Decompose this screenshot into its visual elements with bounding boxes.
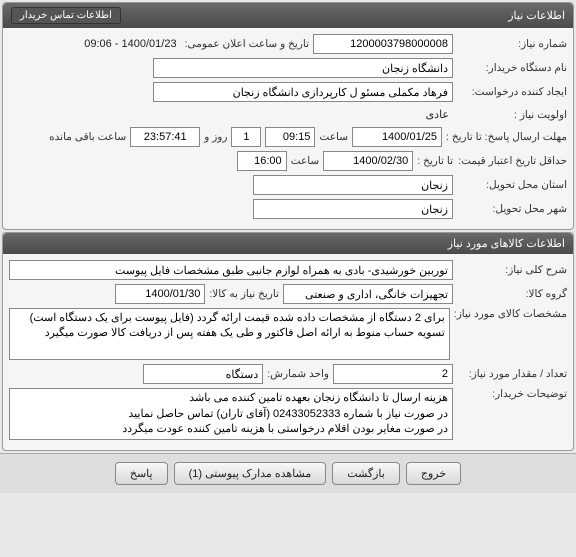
price-validity-time-field[interactable] — [237, 151, 287, 171]
to-date-label: تا تاریخ : — [417, 155, 453, 167]
delivery-city-field[interactable] — [253, 199, 453, 219]
qty-label: تعداد / مقدار مورد نیاز: — [457, 368, 567, 380]
deadline-label: مهلت ارسال پاسخ: تا تاریخ : — [446, 131, 567, 143]
priority-value: عادی — [422, 106, 453, 123]
unit-label: واحد شمارش: — [267, 368, 329, 380]
announce-datetime-value: 1400/01/23 - 09:06 — [80, 36, 180, 52]
goods-specs-label: مشخصات کالای مورد نیاز: — [454, 308, 567, 320]
goods-specs-field[interactable] — [9, 308, 450, 360]
delivery-province-field[interactable] — [253, 175, 453, 195]
need-goods-date-field[interactable] — [115, 284, 205, 304]
back-button[interactable]: بازگشت — [332, 462, 400, 485]
unit-field[interactable] — [143, 364, 263, 384]
buyer-notes-field[interactable] — [9, 388, 453, 440]
requester-label: ایجاد کننده درخواست: — [457, 86, 567, 98]
buyer-contact-button[interactable]: اطلاعات تماس خریدار — [11, 7, 121, 24]
need-number-label: شماره نیاز: — [457, 38, 567, 50]
delivery-city-label: شهر محل تحویل: — [457, 203, 567, 215]
general-desc-label: شرح کلی نیاز: — [457, 264, 567, 276]
buyer-notes-label: توضیحات خریدار: — [457, 388, 567, 400]
price-validity-time-label: ساعت — [291, 155, 320, 167]
need-number-field[interactable] — [313, 34, 453, 54]
deadline-date-field[interactable] — [352, 127, 442, 147]
goods-info-header: اطلاعات کالاهای مورد نیاز — [3, 233, 573, 254]
price-validity-date-field[interactable] — [323, 151, 413, 171]
announce-datetime-label: تاریخ و ساعت اعلان عمومی: — [185, 38, 309, 50]
goods-info-panel: اطلاعات کالاهای مورد نیاز شرح کلی نیاز: … — [2, 232, 574, 451]
days-remain-field[interactable] — [231, 127, 261, 147]
exit-button[interactable]: خروج — [406, 462, 461, 485]
priority-label: اولویت نیاز : — [457, 109, 567, 121]
time-remain-label: ساعت باقی مانده — [49, 131, 126, 143]
need-info-header: اطلاعات نیاز اطلاعات تماس خریدار — [3, 3, 573, 28]
need-goods-date-label: تاریخ نیاز به کالا: — [209, 288, 279, 300]
price-validity-label: حداقل تاریخ اعتبار قیمت: — [457, 155, 567, 167]
need-info-panel: اطلاعات نیاز اطلاعات تماس خریدار شماره ن… — [2, 2, 574, 230]
action-bar: خروج بازگشت مشاهده مدارک پیوستی (1) پاسخ — [0, 453, 576, 493]
requester-field[interactable] — [153, 82, 453, 102]
buyer-org-label: نام دستگاه خریدار: — [457, 62, 567, 74]
qty-field[interactable] — [333, 364, 453, 384]
deadline-time-label: ساعت — [319, 131, 348, 143]
delivery-province-label: استان محل تحویل: — [457, 179, 567, 191]
time-remain-field[interactable] — [130, 127, 200, 147]
goods-group-label: گروه کالا: — [457, 288, 567, 300]
goods-info-title: اطلاعات کالاهای مورد نیاز — [448, 237, 565, 250]
deadline-time-field[interactable] — [265, 127, 315, 147]
need-info-title: اطلاعات نیاز — [508, 9, 565, 22]
goods-group-field[interactable] — [283, 284, 453, 304]
general-desc-field[interactable] — [9, 260, 453, 280]
day-and-label: روز و — [204, 131, 227, 143]
attachments-button[interactable]: مشاهده مدارک پیوستی (1) — [174, 462, 327, 485]
buyer-org-field[interactable] — [153, 58, 453, 78]
respond-button[interactable]: پاسخ — [115, 462, 168, 485]
